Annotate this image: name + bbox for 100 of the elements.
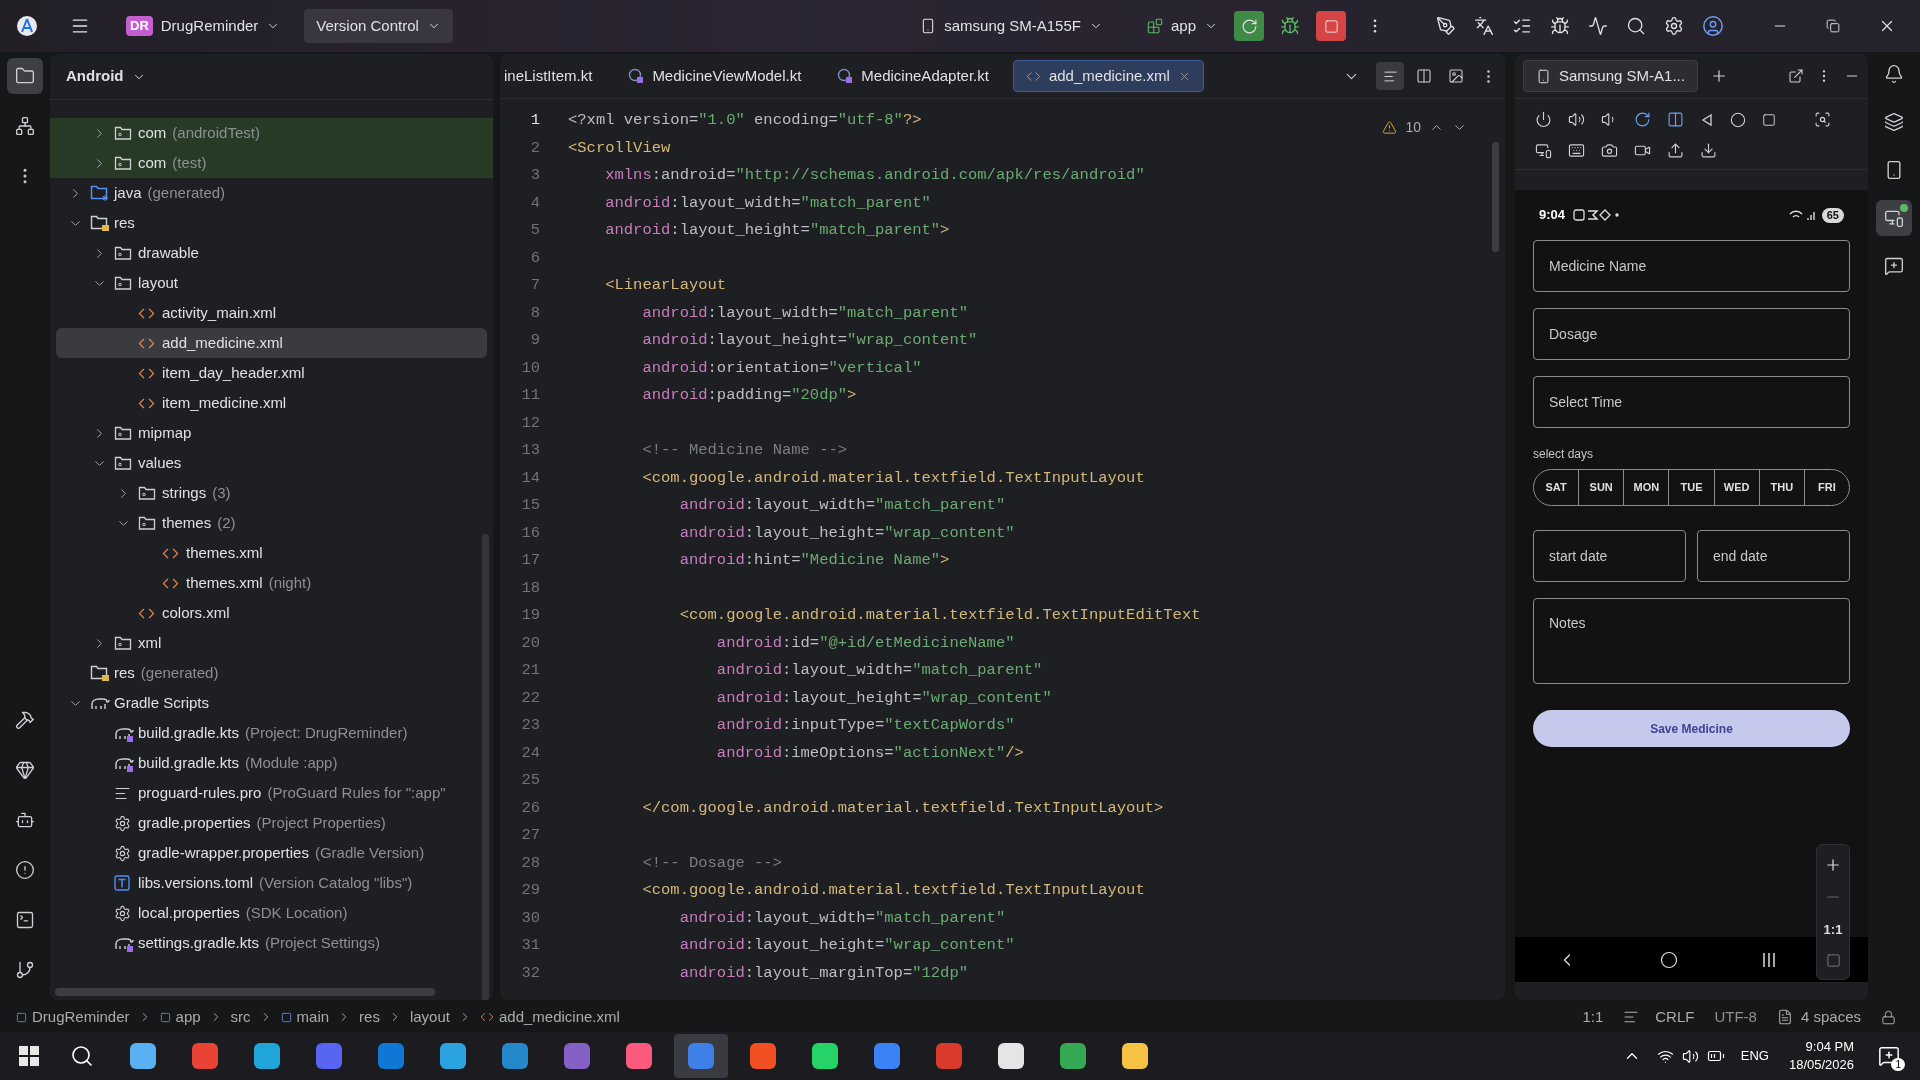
text-input-field[interactable]: Select Time [1533, 376, 1850, 428]
tree-row[interactable]: build.gradle.kts (Module :app) [50, 748, 493, 778]
layers-icon[interactable] [1884, 112, 1904, 132]
breadcrumb-link[interactable]: add_medicine.xml [498, 1005, 620, 1029]
day-toggle[interactable]: SUN [1578, 470, 1624, 505]
notifications-icon[interactable] [1884, 64, 1904, 84]
start-icon[interactable] [18, 1045, 40, 1067]
keyboard-icon[interactable] [1568, 142, 1585, 159]
project-view-dropdown[interactable]: Android [66, 65, 146, 88]
day-toggle[interactable]: MON [1623, 470, 1669, 505]
recents-icon[interactable] [1762, 951, 1777, 968]
run-config-dropdown[interactable]: app [1138, 14, 1226, 38]
notification-center-icon[interactable] [1878, 1045, 1900, 1067]
save-medicine-button[interactable]: Save Medicine [1533, 710, 1850, 747]
robot-icon[interactable] [15, 810, 35, 830]
account-icon[interactable] [1702, 15, 1724, 37]
horizontal-scrollbar[interactable] [55, 988, 435, 996]
upload-icon[interactable] [1667, 142, 1684, 159]
tree-row[interactable]: Gradle Scripts [50, 688, 493, 718]
tree-row[interactable]: mipmap [50, 418, 493, 448]
date-field[interactable]: start date [1533, 530, 1686, 582]
vcs-dropdown[interactable]: Version Control [304, 8, 453, 44]
debug-icon[interactable] [1280, 16, 1300, 36]
caret-position[interactable]: 1:1 [1582, 1005, 1604, 1029]
file-encoding[interactable]: UTF-8 [1714, 1005, 1757, 1029]
running-devices-icon[interactable] [1884, 208, 1904, 228]
breadcrumb-link[interactable]: app [175, 1005, 201, 1029]
editor-tab[interactable]: MedicineAdapter.kt [825, 60, 1001, 92]
code-view-button[interactable] [1376, 62, 1404, 90]
design-view-icon[interactable] [1448, 68, 1464, 84]
selected-tree-row[interactable]: add_medicine.xml [56, 328, 487, 358]
alert-icon[interactable] [15, 860, 35, 880]
zoom-reset[interactable]: 1:1 [1823, 919, 1843, 940]
tree-row[interactable]: item_medicine.xml [50, 388, 493, 418]
tree-row[interactable]: build.gradle.kts (Project: DrugReminder) [50, 718, 493, 748]
tree-row[interactable]: values [50, 448, 493, 478]
external-window-icon[interactable] [1788, 68, 1804, 84]
indent-icon[interactable] [1776, 1009, 1793, 1025]
tree-row[interactable]: xml [50, 628, 493, 658]
tree-row[interactable]: res [50, 208, 493, 238]
vertical-scrollbar[interactable] [482, 534, 489, 1000]
overview-icon[interactable] [1762, 112, 1776, 127]
editor-tab[interactable]: ineListItem.kt [500, 60, 605, 92]
volume-up-icon[interactable] [1568, 111, 1585, 128]
input-language[interactable]: ENG [1740, 1046, 1769, 1066]
inspect-icon[interactable] [1814, 111, 1831, 128]
download-icon[interactable] [1700, 142, 1717, 159]
breadcrumb-link[interactable]: layout [409, 1005, 450, 1029]
tree-row[interactable]: gradle.properties (Project Properties) [50, 808, 493, 838]
tree-row[interactable]: proguard-rules.pro (ProGuard Rules for ":app" [50, 778, 493, 808]
pen-icon[interactable] [1436, 16, 1456, 36]
test-tree-row[interactable]: com (test) [50, 148, 493, 178]
tree-row[interactable]: activity_main.xml [50, 298, 493, 328]
tree-row[interactable]: java (generated) [50, 178, 493, 208]
tree-row[interactable]: item_day_header.xml [50, 358, 493, 388]
restore-icon[interactable] [1826, 19, 1840, 33]
phone-icon[interactable] [1536, 68, 1551, 84]
checklist-icon[interactable] [1512, 16, 1532, 36]
settings-icon[interactable] [1664, 16, 1684, 36]
app-logo-icon[interactable] [16, 15, 38, 37]
day-toggle[interactable]: TUE [1668, 470, 1714, 505]
rotate-icon[interactable] [1634, 111, 1651, 128]
test-tree-row[interactable]: com (androidTest) [50, 118, 493, 148]
text-input-field[interactable]: Dosage [1533, 308, 1850, 360]
tree-row[interactable]: colors.xml [50, 598, 493, 628]
day-toggle[interactable]: THU [1758, 470, 1804, 505]
day-toggle[interactable]: FRI [1803, 470, 1849, 505]
lock-icon[interactable] [1881, 1009, 1896, 1025]
format-icon[interactable] [1623, 1009, 1640, 1025]
device-settings-icon[interactable] [1535, 142, 1552, 159]
tree-row[interactable]: layout [50, 268, 493, 298]
translate-icon[interactable] [1474, 16, 1494, 36]
gem-icon[interactable] [15, 760, 35, 780]
search-icon[interactable] [70, 1044, 94, 1068]
code-view-icon[interactable] [1382, 68, 1398, 84]
volume-icon[interactable] [1681, 1047, 1699, 1065]
tree-row[interactable]: themes (2) [50, 508, 493, 538]
project-selector[interactable]: DR DrugReminder [118, 10, 289, 42]
home-icon[interactable] [1730, 111, 1746, 128]
structure-icon[interactable] [15, 116, 35, 136]
tree-row[interactable]: strings (3) [50, 478, 493, 508]
warning-icon[interactable] [1382, 120, 1398, 135]
line-separator[interactable]: CRLF [1655, 1005, 1695, 1029]
breadcrumb-link[interactable]: main [296, 1005, 330, 1029]
clock-time[interactable]: 9:04 PM [1805, 1038, 1854, 1056]
search-icon[interactable] [1626, 16, 1646, 36]
fold-icon[interactable] [1667, 111, 1684, 128]
breadcrumb-link[interactable]: DrugReminder [32, 1005, 130, 1029]
device-tab[interactable]: Samsung SM-A1... [1523, 60, 1698, 92]
rerun-button[interactable] [1234, 11, 1264, 41]
branch-icon[interactable] [15, 960, 35, 980]
tree-row[interactable]: local.properties (SDK Location) [50, 898, 493, 928]
tree-row[interactable]: res (generated) [50, 658, 493, 688]
editor-tab[interactable]: add_medicine.xml [1012, 60, 1204, 92]
bug-icon[interactable] [1550, 16, 1570, 36]
clock-date[interactable]: 18/05/2026 [1788, 1056, 1854, 1074]
module-icon[interactable] [1146, 18, 1163, 34]
warning-count[interactable]: 10 [1405, 117, 1421, 138]
indent-setting[interactable]: 4 spaces [1800, 1005, 1861, 1029]
tree-row[interactable]: gradle-wrapper.properties (Gradle Version) [50, 838, 493, 868]
